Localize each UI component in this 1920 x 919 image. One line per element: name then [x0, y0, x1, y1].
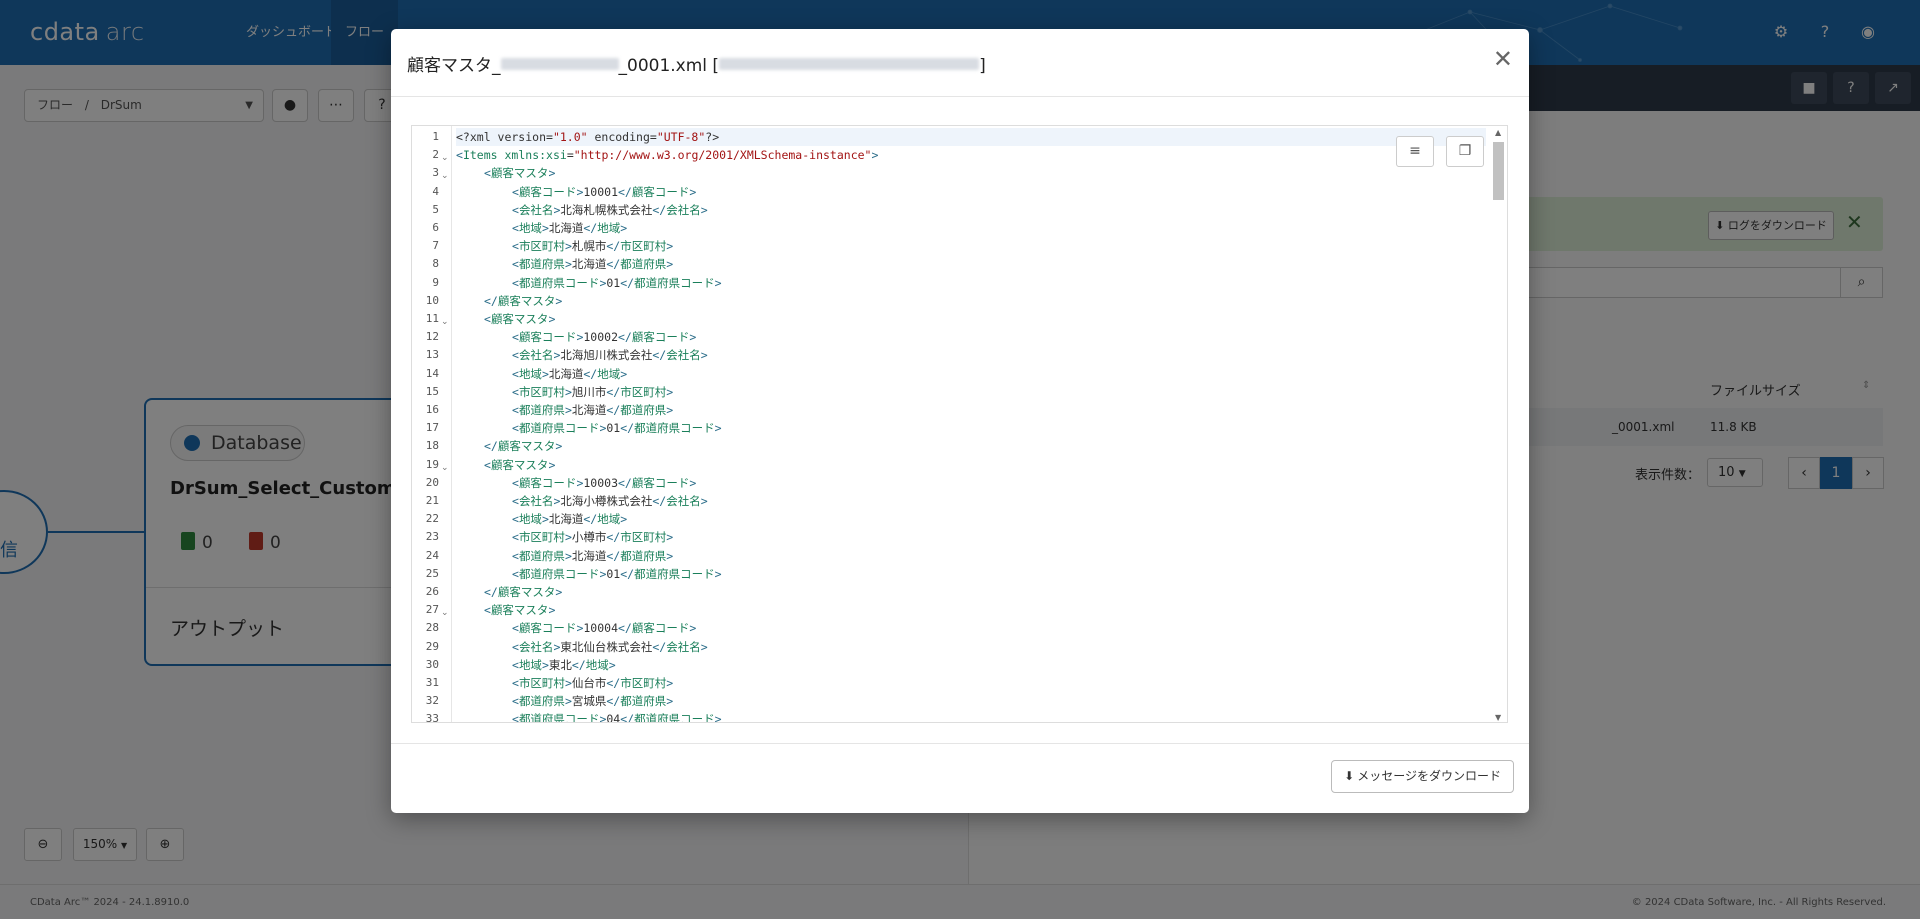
- code-line[interactable]: <顧客コード>10002</顧客コード>: [456, 328, 1486, 346]
- modal-title-prefix: 顧客マスタ_: [407, 56, 501, 76]
- code-line[interactable]: <会社名>東北仙台株式会社</会社名>: [456, 638, 1486, 656]
- code-line[interactable]: </顧客マスタ>: [456, 437, 1486, 455]
- fold-chevron-icon[interactable]: ⌄: [441, 459, 449, 477]
- download-message-label: メッセージをダウンロード: [1357, 769, 1501, 783]
- line-number: 16: [425, 403, 439, 416]
- line-number: 17: [425, 421, 439, 435]
- code-content[interactable]: <?xml version="1.0" encoding="UTF-8"?> <I…: [452, 126, 1492, 722]
- line-number: 27: [425, 603, 439, 617]
- message-viewer-modal: 顧客マスタ_ _0001.xml [] ✕ 1 2 ⌄ 3 ⌄ 4 5 6 7 8 9 10 11 ⌄ 12 1…: [391, 29, 1529, 813]
- scroll-thumb[interactable]: [1493, 142, 1504, 200]
- line-number: 9: [432, 275, 439, 289]
- format-button[interactable]: ≡: [1396, 136, 1434, 167]
- line-number: 15: [425, 384, 439, 398]
- code-line[interactable]: <都道府県コード>01</都道府県コード>: [456, 565, 1486, 583]
- line-number: 2: [432, 148, 439, 162]
- code-line[interactable]: <会社名>北海旭川株式会社</会社名>: [456, 346, 1486, 364]
- redacted-message-id: [719, 58, 980, 70]
- line-number: 19: [425, 457, 439, 471]
- fold-chevron-icon[interactable]: ⌄: [441, 313, 449, 331]
- line-number: 23: [425, 530, 439, 544]
- line-number: 1: [432, 130, 439, 143]
- line-number: 6: [432, 221, 439, 234]
- download-icon: ⬇: [1344, 769, 1355, 783]
- code-line[interactable]: </顧客マスタ>: [456, 583, 1486, 601]
- line-number: 5: [432, 202, 439, 216]
- line-number: 13: [425, 348, 439, 362]
- code-line[interactable]: <顧客マスタ>: [456, 456, 1486, 474]
- code-line[interactable]: <市区町村>札幌市</市区町村>: [456, 237, 1486, 255]
- line-number: 29: [425, 639, 439, 653]
- modal-body: 1 2 ⌄ 3 ⌄ 4 5 6 7 8 9 10 11 ⌄ 12 13 14 15 16 17 18 19 ⌄ 20 21 22 2…: [391, 97, 1529, 743]
- code-line[interactable]: <Items xmlns:xsi="http://www.w3.org/2001…: [456, 146, 1486, 164]
- close-icon[interactable]: ✕: [1493, 47, 1513, 71]
- modal-header: 顧客マスタ_ _0001.xml [] ✕: [391, 29, 1529, 97]
- code-line[interactable]: <都道府県コード>01</都道府県コード>: [456, 274, 1486, 292]
- line-number: 32: [425, 694, 439, 708]
- line-number: 24: [425, 548, 439, 562]
- code-line[interactable]: <市区町村>小樽市</市区町村>: [456, 528, 1486, 546]
- line-number: 28: [425, 621, 439, 635]
- code-line[interactable]: <都道府県コード>01</都道府県コード>: [456, 419, 1486, 437]
- download-message-button[interactable]: ⬇ メッセージをダウンロード: [1331, 760, 1514, 793]
- copy-icon: ❐: [1458, 143, 1472, 159]
- code-line[interactable]: <?xml version="1.0" encoding="UTF-8"?>: [456, 128, 1486, 147]
- code-line[interactable]: <顧客コード>10003</顧客コード>: [456, 474, 1486, 492]
- line-number: 3: [432, 166, 439, 180]
- code-line[interactable]: <顧客マスタ>: [456, 601, 1486, 619]
- code-line[interactable]: <都道府県>北海道</都道府県>: [456, 547, 1486, 565]
- line-number: 18: [425, 439, 439, 453]
- line-number: 30: [425, 657, 439, 671]
- code-line[interactable]: <市区町村>仙台市</市区町村>: [456, 674, 1486, 692]
- modal-title-end: ]: [979, 56, 986, 76]
- line-number: 25: [425, 566, 439, 580]
- code-line[interactable]: <都道府県>北海道</都道府県>: [456, 401, 1486, 419]
- vertical-scrollbar[interactable]: ▲ ▼: [1491, 126, 1507, 722]
- redacted-timestamp: [500, 58, 619, 70]
- line-number: 14: [425, 366, 439, 380]
- code-line[interactable]: <顧客マスタ>: [456, 164, 1486, 182]
- modal-footer: ⬇ メッセージをダウンロード: [391, 743, 1529, 813]
- line-number: 8: [432, 257, 439, 271]
- code-line[interactable]: </顧客マスタ>: [456, 292, 1486, 310]
- code-line[interactable]: <会社名>北海小樽株式会社</会社名>: [456, 492, 1486, 510]
- code-line[interactable]: <市区町村>旭川市</市区町村>: [456, 383, 1486, 401]
- line-number: 11: [425, 312, 439, 325]
- line-number: 20: [425, 475, 439, 489]
- line-number-gutter: 1 2 ⌄ 3 ⌄ 4 5 6 7 8 9 10 11 ⌄ 12 13 14 15 16 17 18 19 ⌄ 20 21 22 2…: [412, 126, 452, 723]
- scroll-down-icon[interactable]: ▼: [1495, 713, 1503, 722]
- code-line[interactable]: <顧客コード>10001</顧客コード>: [456, 183, 1486, 201]
- fold-chevron-icon[interactable]: ⌄: [441, 167, 449, 185]
- line-number: 26: [425, 585, 439, 598]
- line-number: 21: [425, 494, 439, 507]
- code-line[interactable]: <顧客コード>10004</顧客コード>: [456, 619, 1486, 637]
- code-line[interactable]: <会社名>北海札幌株式会社</会社名>: [456, 201, 1486, 219]
- line-number: 33: [425, 712, 439, 723]
- fold-chevron-icon[interactable]: ⌄: [441, 604, 449, 622]
- line-number: 31: [425, 676, 439, 689]
- line-number: 22: [425, 512, 439, 526]
- fold-chevron-icon[interactable]: ⌄: [441, 149, 449, 167]
- code-line[interactable]: <地域>北海道</地域>: [456, 365, 1486, 383]
- code-editor[interactable]: 1 2 ⌄ 3 ⌄ 4 5 6 7 8 9 10 11 ⌄ 12 13 14 15 16 17 18 19 ⌄ 20 21 22 2…: [411, 125, 1508, 723]
- line-number: 7: [432, 239, 439, 253]
- line-number: 4: [432, 184, 439, 198]
- copy-button[interactable]: ❐: [1446, 136, 1484, 167]
- list-icon: ≡: [1409, 143, 1421, 159]
- line-number: 12: [425, 330, 439, 344]
- code-line[interactable]: <顧客マスタ>: [456, 310, 1486, 328]
- code-line[interactable]: <地域>東北</地域>: [456, 656, 1486, 674]
- code-line[interactable]: <地域>北海道</地域>: [456, 219, 1486, 237]
- modal-title-suffix: _0001.xml [: [618, 56, 720, 76]
- line-number: 10: [425, 293, 439, 307]
- code-line[interactable]: <都道府県>北海道</都道府県>: [456, 255, 1486, 273]
- code-line[interactable]: <地域>北海道</地域>: [456, 510, 1486, 528]
- modal-title: 顧客マスタ_ _0001.xml []: [407, 51, 986, 76]
- code-line[interactable]: <都道府県コード>04</都道府県コード>: [456, 710, 1486, 722]
- scroll-up-icon[interactable]: ▲: [1495, 128, 1503, 137]
- code-line[interactable]: <都道府県>宮城県</都道府県>: [456, 692, 1486, 710]
